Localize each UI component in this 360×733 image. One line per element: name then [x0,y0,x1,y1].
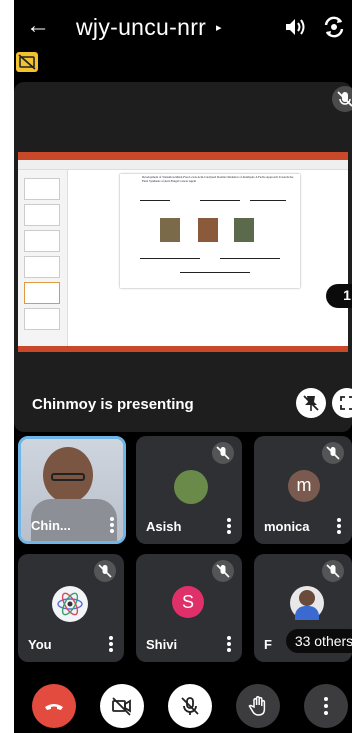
camera-toggle-button[interactable] [100,684,144,728]
participant-name: Asish [146,519,182,534]
slide-line [140,200,170,201]
avatar: S [172,586,204,618]
avatar [290,586,324,620]
unpin-icon[interactable] [296,388,326,418]
mic-off-icon [322,560,344,582]
more-vert-icon[interactable] [226,518,232,534]
mic-off-icon [181,697,199,715]
slide-image [198,218,218,242]
thumbnail [24,308,60,330]
no-captions-icon[interactable] [16,52,38,72]
slide-line [200,200,240,201]
meeting-code[interactable]: wjy-uncu-nrr [76,14,206,41]
more-vert-icon[interactable] [336,518,342,534]
mic-off-icon [94,560,116,582]
hang-up-icon [45,704,63,710]
speaker-icon[interactable] [282,14,308,40]
more-vert-icon[interactable] [109,517,115,533]
current-slide: Development of Transition-Metal-Free Lew… [120,174,300,288]
thumbnail [24,204,60,226]
call-controls [14,676,352,733]
participant-name: Shivi [146,637,178,652]
person-head [299,590,315,606]
person-body [295,606,319,620]
powerpoint-statusbar [18,346,348,352]
thumbnail [24,230,60,252]
participant-tile[interactable]: m monica [254,436,352,544]
presenting-label: Chinmoy is presenting [32,396,194,413]
participant-name: You [28,637,52,652]
slide-thumbnails [18,170,68,352]
thumbnail [24,282,60,304]
participant-name: monica [264,519,310,534]
mic-off-icon [332,86,352,112]
participant-tile[interactable]: You [18,554,124,662]
top-bar: ← wjy-uncu-nrr ▸ [14,0,352,56]
page-number: 1 [343,287,351,303]
mic-toggle-button[interactable] [168,684,212,728]
presentation-stage[interactable]: Development of Transition-Metal-Free Lew… [14,82,352,432]
thumbnail [24,256,60,278]
powerpoint-toolbar [18,160,348,170]
more-options-button[interactable] [304,684,348,728]
raise-hand-button[interactable] [236,684,280,728]
slide-line [180,272,250,273]
avatar [52,586,88,622]
end-call-button[interactable] [32,684,76,728]
avatar [174,470,208,504]
powerpoint-ribbon [18,152,348,160]
participant-name: F [264,637,272,652]
mic-off-icon [322,442,344,464]
slide-line [220,258,280,259]
chevron-right-icon[interactable]: ▸ [216,21,222,34]
more-vert-icon[interactable] [226,636,232,652]
page-counter: 1 [326,284,352,308]
avatar: m [288,470,320,502]
slide-line [250,200,286,201]
arrow-left-icon[interactable]: ← [24,12,52,40]
avatar-initial: m [296,475,312,495]
others-label: 33 others [294,633,352,649]
shared-screen: Development of Transition-Metal-Free Lew… [18,152,348,352]
more-vert-icon[interactable] [108,636,114,652]
atom-icon [57,592,83,616]
camera-off-icon [112,697,131,716]
meet-screen: ← wjy-uncu-nrr ▸ Development of Transiti… [14,0,352,733]
mic-off-icon [212,442,234,464]
slide-line [140,258,200,259]
glasses [51,473,85,481]
participant-tile[interactable]: S Shivi [136,554,242,662]
thumbnail [24,178,60,200]
participant-tile[interactable]: Asish [136,436,242,544]
more-vert-icon [324,697,328,715]
camera-flip-icon[interactable] [320,13,348,41]
slide-image [234,218,254,242]
slide-title: Development of Transition-Metal-Free Lew… [142,175,294,183]
mic-off-icon [212,560,234,582]
avatar-initial: S [181,592,194,612]
participant-tile-camera[interactable]: Chin... [18,436,126,544]
raise-hand-icon [248,696,266,716]
participant-name: Chin... [31,518,71,533]
slide-image [160,218,180,242]
others-count[interactable]: 33 others [286,629,352,653]
